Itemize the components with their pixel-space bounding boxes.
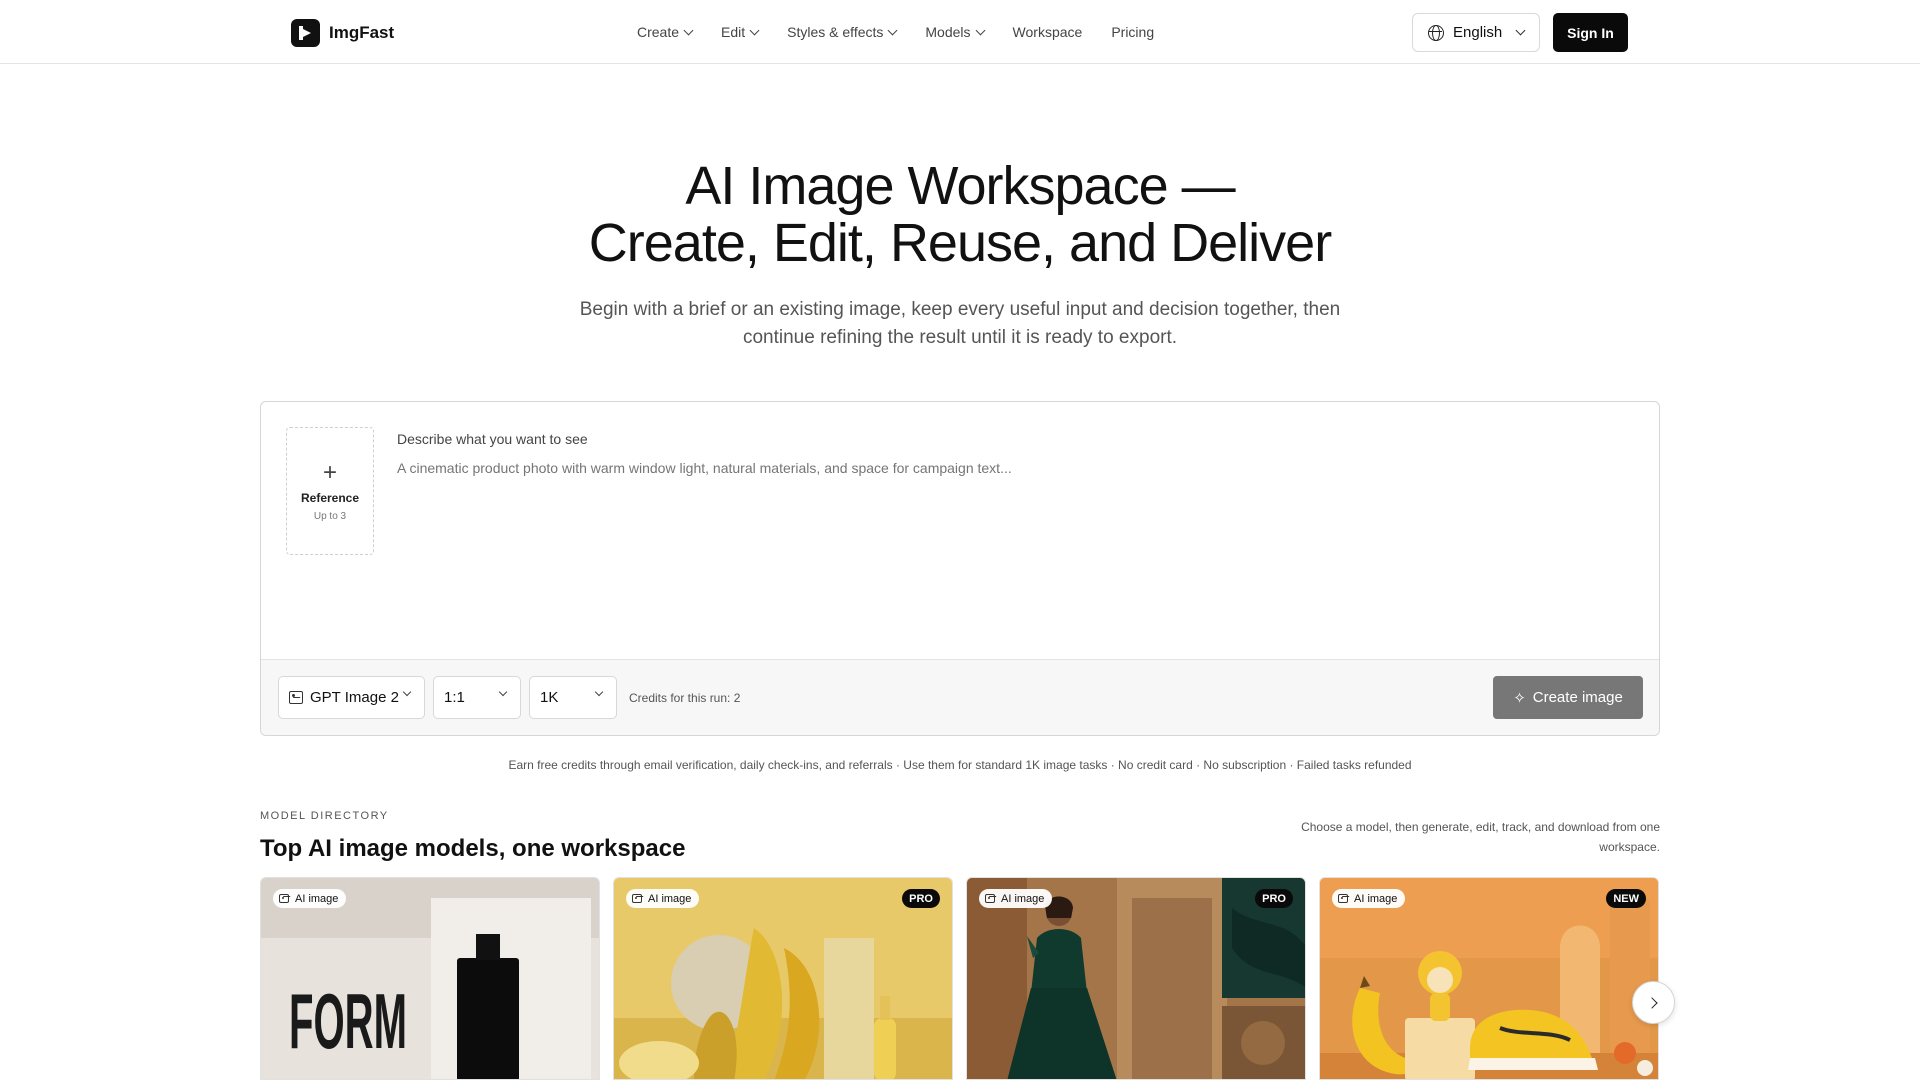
model-select-value: GPT Image 2 — [310, 689, 399, 706]
create-image-label: Create image — [1532, 689, 1623, 706]
chevron-down-icon — [1515, 25, 1526, 36]
new-badge: NEW — [1606, 889, 1646, 908]
card-image — [967, 878, 1305, 1079]
chevron-down-icon — [402, 687, 412, 697]
chevron-down-icon — [683, 25, 694, 35]
card-tag: AI image — [273, 889, 347, 908]
nav-workspace-label: Workspace — [1012, 24, 1083, 40]
credits-for-run: Credits for this run: 2 — [629, 691, 741, 705]
plus-icon: + — [322, 458, 337, 486]
prompt-input[interactable] — [397, 460, 1597, 476]
card-tag-label: AI image — [648, 892, 692, 905]
chevron-down-icon — [498, 687, 508, 697]
nav-create-label: Create — [637, 24, 680, 40]
chevron-down-icon — [594, 687, 604, 697]
aspect-ratio-select[interactable]: 1:1 — [433, 676, 521, 719]
nav-styles-label: Styles & effects — [787, 24, 884, 40]
main-nav: Create Edit Styles & effects Models Work… — [637, 0, 1183, 64]
brand-logo[interactable]: ImgFast — [291, 19, 394, 47]
image-icon — [1338, 894, 1348, 903]
hero-title: AI Image Workspace — Create, Edit, Reuse… — [0, 158, 1920, 272]
hero-title-line-1: AI Image Workspace — — [685, 156, 1235, 216]
image-icon — [289, 691, 303, 704]
sign-in-button[interactable]: Sign In — [1553, 13, 1628, 52]
model-select[interactable]: GPT Image 2 — [278, 676, 425, 719]
chevron-right-icon — [1646, 996, 1658, 1009]
brand-name: ImgFast — [329, 23, 395, 42]
globe-icon — [1428, 24, 1444, 41]
card-tag-label: AI image — [295, 892, 339, 905]
card-image — [614, 878, 952, 1079]
nav-styles-effects[interactable]: Styles & effects — [787, 24, 898, 40]
resolution-value: 1K — [540, 689, 559, 706]
aspect-ratio-value: 1:1 — [444, 689, 465, 706]
free-credits-note: Earn free credits through email verifica… — [508, 758, 1412, 772]
resolution-select[interactable]: 1K — [529, 676, 617, 719]
reference-label: Reference — [300, 490, 360, 505]
card-image — [1320, 878, 1658, 1079]
prompt-label: Describe what you want to see — [397, 431, 588, 447]
carousel-next-button[interactable] — [1632, 981, 1675, 1024]
chevron-down-icon — [749, 25, 760, 35]
nav-edit[interactable]: Edit — [721, 24, 760, 40]
nav-edit-label: Edit — [721, 24, 746, 40]
card-tag: AI image — [1332, 889, 1406, 908]
model-card[interactable]: AI image PRO — [966, 877, 1306, 1080]
card-art-text: FORM — [289, 977, 407, 1065]
chevron-down-icon — [887, 25, 898, 35]
prompt-composer: + Reference Up to 3 Describe what you wa… — [260, 401, 1660, 736]
card-tag: AI image — [979, 889, 1053, 908]
nav-models-label: Models — [925, 24, 971, 40]
top-header: ImgFast Create Edit Styles & effects Mod… — [0, 0, 1920, 64]
nav-workspace[interactable]: Workspace — [1013, 24, 1083, 40]
image-icon — [279, 894, 289, 903]
nav-models[interactable]: Models — [925, 24, 985, 40]
card-tag-label: AI image — [1354, 892, 1398, 905]
composer-toolbar: GPT Image 2 1:1 1K Credits for this run:… — [261, 659, 1659, 735]
language-label: English — [1453, 24, 1503, 41]
sparkle-icon: ✧ — [1513, 689, 1526, 707]
reference-limit: Up to 3 — [313, 510, 347, 522]
nav-pricing-label: Pricing — [1111, 24, 1155, 40]
card-tag-label: AI image — [1001, 892, 1045, 905]
image-icon — [632, 894, 642, 903]
model-card[interactable]: AI image PRO — [613, 877, 953, 1080]
imgfast-logo-icon — [291, 19, 320, 47]
pro-badge: PRO — [902, 889, 940, 908]
card-tag: AI image — [626, 889, 700, 908]
directory-title: Top AI image models, one workspace — [260, 835, 686, 862]
hero-subtitle: Begin with a brief or an existing image,… — [579, 299, 1341, 348]
hero-title-line-2: Create, Edit, Reuse, and Deliver — [588, 213, 1332, 273]
create-image-button[interactable]: ✧ Create image — [1493, 676, 1643, 719]
language-selector[interactable]: English — [1412, 13, 1540, 52]
pro-badge: PRO — [1255, 889, 1293, 908]
image-icon — [985, 894, 995, 903]
directory-kicker: MODEL DIRECTORY — [260, 810, 389, 822]
model-card[interactable]: AI image NEW — [1319, 877, 1659, 1080]
nav-pricing[interactable]: Pricing — [1111, 24, 1154, 40]
add-reference-button[interactable]: + Reference Up to 3 — [286, 427, 374, 555]
model-card[interactable]: FORM AI image — [260, 877, 600, 1080]
nav-create[interactable]: Create — [637, 24, 694, 40]
chevron-down-icon — [975, 25, 985, 35]
card-image: FORM — [261, 878, 599, 1079]
directory-description: Choose a model, then generate, edit, tra… — [1301, 820, 1660, 854]
